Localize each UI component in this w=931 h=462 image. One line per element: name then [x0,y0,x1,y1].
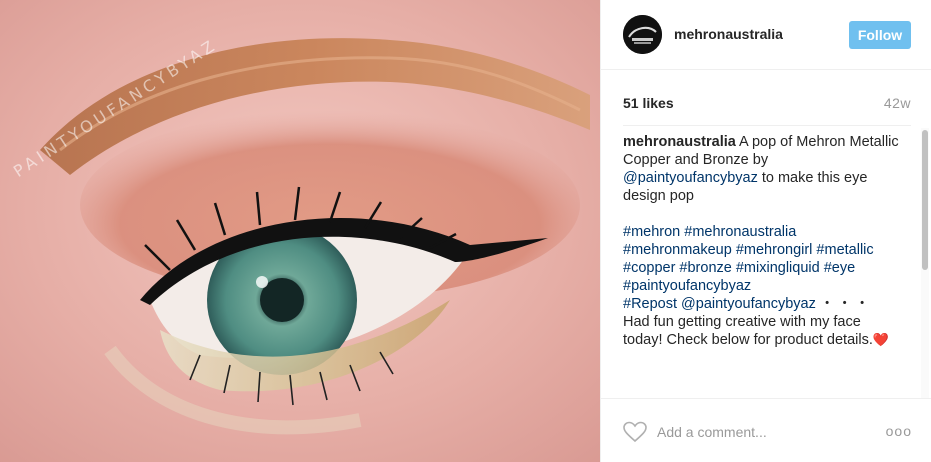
follow-button[interactable]: Follow [849,21,911,49]
caption-area: mehronaustralia A pop of Mehron Metallic… [623,133,901,391]
comment-input[interactable] [657,420,857,444]
repost-line: #Repost @paintyoufancybyaz ・・・ [623,295,901,313]
repost-link[interactable]: #Repost @paintyoufancybyaz [623,296,816,312]
red-heart-emoji: ❤️ [872,332,890,347]
avatar[interactable] [623,15,662,54]
eye-makeup-image [0,0,600,462]
mehron-logo-icon [623,15,662,54]
post-time[interactable]: 42w [884,95,911,111]
post-details-panel: mehronaustralia Follow 51 likes 42w mehr… [600,0,931,462]
comments-scrollbar[interactable] [921,128,929,398]
post-header: mehronaustralia Follow [601,0,931,70]
caption-text-part-3: Had fun getting creative with my face to… [623,313,901,349]
more-options-icon[interactable]: ooo [886,423,912,439]
divider [623,125,911,126]
heart-outline-icon[interactable] [623,421,647,443]
post-photo[interactable]: PAINTYOUFANCYBYAZ [0,0,600,462]
mention-link[interactable]: @paintyoufancybyaz [623,170,758,186]
stats-row: 51 likes 42w [623,95,911,115]
likes-count[interactable]: 51 likes [623,95,674,111]
comment-footer: ooo [601,398,931,462]
username-link[interactable]: mehronaustralia [674,26,783,42]
scrollbar-thumb[interactable] [922,130,928,270]
caption-detail-text: Had fun getting creative with my face to… [623,314,873,348]
caption-author-link[interactable]: mehronaustralia [623,134,736,150]
caption-text: mehronaustralia A pop of Mehron Metallic… [623,133,901,205]
dots-separator: ・・・ [819,296,873,312]
hashtag-links[interactable]: #mehron #mehronaustralia #mehronmakeup #… [623,223,901,295]
